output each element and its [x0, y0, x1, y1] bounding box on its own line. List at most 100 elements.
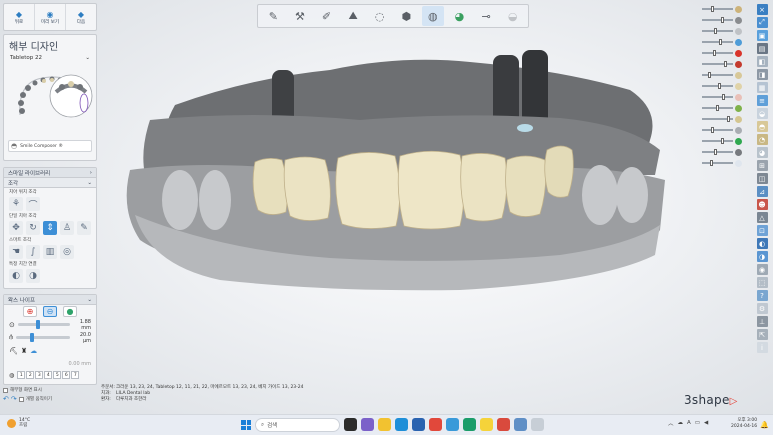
visibility-slider[interactable]: [702, 105, 733, 111]
smart-tool-2[interactable]: ∫: [26, 245, 40, 259]
model-1-icon[interactable]: ◒: [756, 108, 768, 119]
chevron-up-icon[interactable]: ︿: [668, 419, 674, 427]
arch-selector[interactable]: [8, 65, 94, 129]
wax-knife-header[interactable]: 왁스 나이프 ⌄: [4, 295, 96, 305]
contact-tool-2[interactable]: ◑: [26, 269, 40, 283]
section-icon[interactable]: ◫: [756, 173, 768, 184]
grid-icon[interactable]: ⊡: [756, 225, 768, 236]
size-slider-knob[interactable]: [36, 320, 41, 329]
separate-checkbox[interactable]: [18, 396, 24, 402]
add-material-button[interactable]: ⊕: [23, 306, 37, 317]
visibility-slider[interactable]: [702, 138, 733, 144]
visibility-slider[interactable]: [702, 61, 733, 67]
clock[interactable]: 오후 3:00 2024-04-16: [731, 418, 757, 430]
strength-slider[interactable]: [16, 333, 70, 342]
screenshot-icon[interactable]: ⬚: [756, 277, 768, 288]
smart-tool-1[interactable]: ☚: [9, 245, 23, 259]
visibility-slider[interactable]: [702, 17, 733, 23]
dental-app-icon[interactable]: [531, 418, 544, 431]
visibility-slider[interactable]: [702, 39, 733, 45]
view-back-icon[interactable]: ◨: [756, 69, 768, 80]
visibility-slider[interactable]: [702, 72, 733, 78]
library-header[interactable]: 스마일 라이브러리 ›: [4, 168, 96, 178]
pin-icon[interactable]: ⊥: [756, 316, 768, 327]
export-icon[interactable]: ⇱: [756, 329, 768, 340]
probe-button[interactable]: ⊸: [475, 6, 497, 26]
app-icon[interactable]: [514, 418, 527, 431]
single-edit-tool[interactable]: ✎: [77, 221, 91, 235]
redo-icon[interactable]: ↷: [11, 395, 17, 403]
contact-tool-1[interactable]: ◐: [9, 269, 23, 283]
warning-icon[interactable]: △: [756, 212, 768, 223]
number-button[interactable]: 2: [26, 371, 35, 379]
strength-slider-knob[interactable]: [29, 333, 34, 342]
notification-icon[interactable]: 🔔: [760, 421, 769, 429]
back-button[interactable]: ◆ 뒤로: [4, 4, 35, 30]
undo-icon[interactable]: ↶: [3, 395, 9, 403]
kakao-icon[interactable]: [480, 418, 493, 431]
tooth-outline-button[interactable]: ◌: [369, 6, 391, 26]
tooth-faded-button[interactable]: ◒: [502, 6, 524, 26]
model-3-icon[interactable]: ◔: [756, 134, 768, 145]
view-side-icon[interactable]: ◧: [756, 56, 768, 67]
next-button[interactable]: ◆ 다음: [66, 4, 96, 30]
store-icon[interactable]: [412, 418, 425, 431]
tooth-arch-diagram[interactable]: [8, 65, 94, 129]
single-move-tool[interactable]: ✥: [9, 221, 23, 235]
transparency-icon[interactable]: ◐: [756, 238, 768, 249]
remove-material-button[interactable]: ⊖: [43, 306, 57, 317]
number-button[interactable]: 4: [44, 371, 53, 379]
visibility-slider[interactable]: [702, 116, 733, 122]
size-slider[interactable]: [17, 320, 70, 329]
anatomy-checkbox[interactable]: 해부형 화면 표시: [3, 387, 97, 393]
mound-button[interactable]: ⛰: [342, 6, 364, 26]
app-icon[interactable]: [446, 418, 459, 431]
view-top-icon[interactable]: ▤: [756, 43, 768, 54]
chat-icon[interactable]: [361, 418, 374, 431]
language-indicator[interactable]: A: [687, 420, 691, 426]
network-icon[interactable]: ▭: [695, 420, 700, 426]
app-icon[interactable]: [463, 418, 476, 431]
brush-button[interactable]: ✐: [315, 6, 337, 26]
tooth-green-button[interactable]: ◕: [448, 6, 470, 26]
smile-composer-row[interactable]: ◓ Smile Composer ®: [8, 140, 92, 152]
app-icon[interactable]: [497, 418, 510, 431]
smart-tool-4[interactable]: ◎: [60, 245, 74, 259]
fit-view-icon[interactable]: ⤢: [756, 17, 768, 28]
number-button[interactable]: 1: [17, 371, 26, 379]
number-button[interactable]: 5: [53, 371, 62, 379]
file-explorer-icon[interactable]: [378, 418, 391, 431]
visibility-slider[interactable]: [702, 28, 733, 34]
model-2-icon[interactable]: ◓: [756, 121, 768, 132]
tooth-active-button[interactable]: ◍: [421, 6, 444, 26]
view-front-icon[interactable]: ▣: [756, 30, 768, 41]
windows-start-icon[interactable]: [241, 420, 251, 430]
preview-button[interactable]: ◉ 미리 보기: [35, 4, 66, 30]
taskbar-search[interactable]: ⌕ 검색: [255, 418, 340, 432]
number-button[interactable]: 3: [35, 371, 44, 379]
pencil-tool-button[interactable]: ✎: [262, 6, 284, 26]
move-teeth-tool[interactable]: ⚘: [9, 197, 23, 211]
tools-button[interactable]: ⚒: [289, 6, 311, 26]
arch-tool[interactable]: ⌒: [26, 197, 40, 211]
visibility-slider[interactable]: [702, 6, 733, 12]
task-view-icon[interactable]: [344, 418, 357, 431]
checkbox-box[interactable]: [3, 387, 8, 393]
onedrive-icon[interactable]: ☁: [678, 420, 684, 426]
view-bottom-icon[interactable]: ▦: [756, 82, 768, 93]
model-4-icon[interactable]: ◕: [756, 147, 768, 158]
measure-icon[interactable]: ⊿: [756, 186, 768, 197]
layers-icon[interactable]: ≡: [756, 95, 768, 106]
single-scale-tool[interactable]: ⇕: [43, 221, 57, 235]
visibility-slider[interactable]: [702, 160, 733, 166]
clip-icon[interactable]: ◑: [756, 251, 768, 262]
volume-icon[interactable]: ◀: [704, 420, 708, 426]
stamp-tool-icon[interactable]: ♜: [21, 347, 27, 355]
help-icon[interactable]: ?: [756, 290, 768, 301]
brush-tool-icon[interactable]: ⛏: [9, 347, 18, 355]
close-icon[interactable]: ×: [756, 4, 768, 15]
smart-tool-3[interactable]: ▥: [43, 245, 57, 259]
tooth-dark-button[interactable]: ⬢: [395, 6, 417, 26]
info-icon[interactable]: i: [756, 342, 768, 353]
number-button[interactable]: 6: [62, 371, 71, 379]
